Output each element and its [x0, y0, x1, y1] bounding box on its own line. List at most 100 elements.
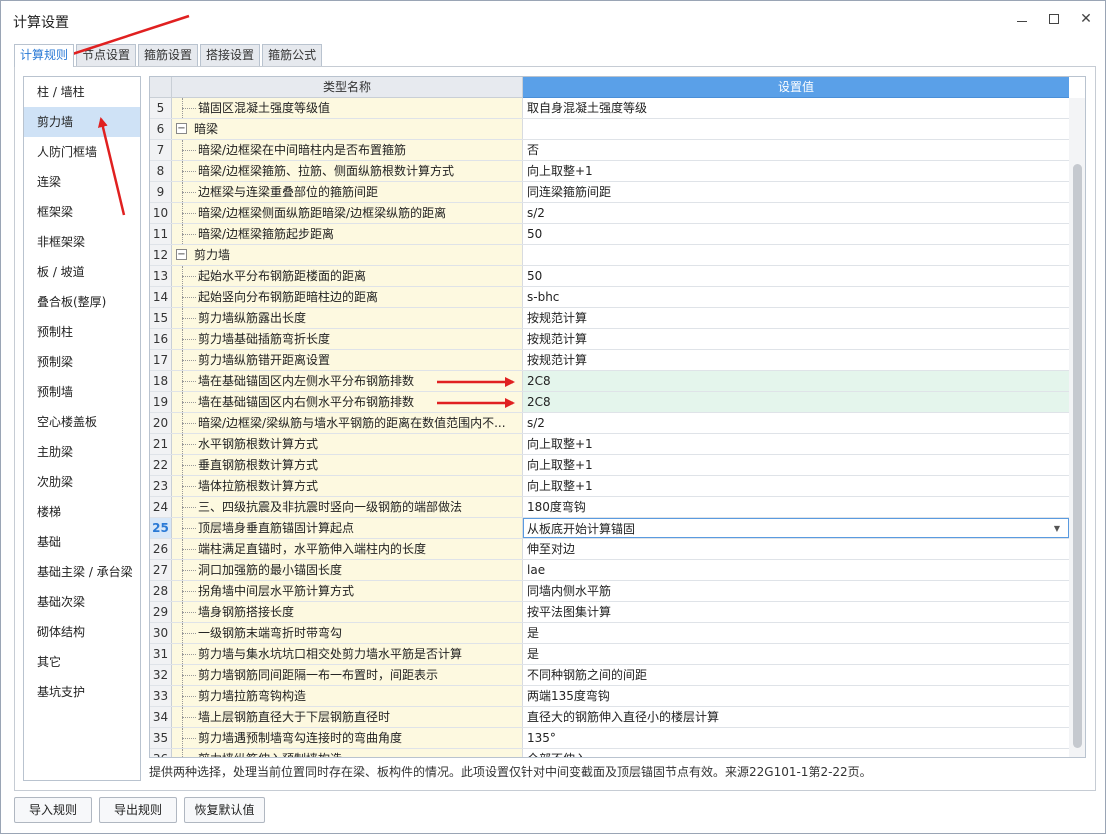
setting-value[interactable]: 向上取整+1: [523, 455, 1069, 475]
sidebar-item-slab-ramp[interactable]: 板 / 坡道: [24, 257, 140, 287]
setting-value[interactable]: 180度弯钩: [523, 497, 1069, 517]
setting-value[interactable]: s/2: [523, 203, 1069, 223]
setting-value[interactable]: 是: [523, 644, 1069, 664]
table-row[interactable]: 20 暗梁/边框梁/梁纵筋与墙水平钢筋的距离在数值范围内不... s/2: [150, 413, 1069, 434]
sidebar-item-foundation-secondary-beam[interactable]: 基础次梁: [24, 587, 140, 617]
import-rules-button[interactable]: 导入规则: [14, 797, 92, 823]
table-row[interactable]: 32 剪力墙钢筋同间距隔一布一布置时，间距表示 不同种钢筋之间的间距: [150, 665, 1069, 686]
table-row[interactable]: 26 端柱满足直锚时，水平筋伸入端柱内的长度 伸至对边: [150, 539, 1069, 560]
export-rules-button[interactable]: 导出规则: [99, 797, 177, 823]
setting-value[interactable]: 不同种钢筋之间的间距: [523, 665, 1069, 685]
table-row[interactable]: 19 墙在基础锚固区内右侧水平分布钢筋排数 2C8: [150, 392, 1069, 413]
table-row[interactable]: 28 拐角墙中间层水平筋计算方式 同墙内侧水平筋: [150, 581, 1069, 602]
sidebar-item-pit-support[interactable]: 基坑支护: [24, 677, 140, 707]
table-group-row[interactable]: 6− 暗梁: [150, 119, 1069, 140]
sidebar-item-frame-beam[interactable]: 框架梁: [24, 197, 140, 227]
table-row[interactable]: 21 水平钢筋根数计算方式 向上取整+1: [150, 434, 1069, 455]
setting-value[interactable]: 按规范计算: [523, 329, 1069, 349]
table-row[interactable]: 15 剪力墙纵筋露出长度 按规范计算: [150, 308, 1069, 329]
table-row[interactable]: 27 洞口加强筋的最小锚固长度 lae: [150, 560, 1069, 581]
setting-value[interactable]: 按规范计算: [523, 350, 1069, 370]
collapse-toggle-icon[interactable]: −: [176, 249, 187, 260]
dropdown-arrow-icon[interactable]: ▼: [1054, 519, 1060, 537]
table-row[interactable]: 30 一级钢筋末端弯折时带弯勾 是: [150, 623, 1069, 644]
sidebar-item-foundation-main-beam[interactable]: 基础主梁 / 承台梁: [24, 557, 140, 587]
table-row[interactable]: 17 剪力墙纵筋错开距离设置 按规范计算: [150, 350, 1069, 371]
table-row[interactable]: 18 墙在基础锚固区内左侧水平分布钢筋排数 2C8: [150, 371, 1069, 392]
setting-value[interactable]: 同连梁箍筋间距: [523, 182, 1069, 202]
sidebar-item-foundation[interactable]: 基础: [24, 527, 140, 557]
restore-defaults-button[interactable]: 恢复默认值: [184, 797, 265, 823]
table-row[interactable]: 16 剪力墙基础插筋弯折长度 按规范计算: [150, 329, 1069, 350]
sidebar-item-stairs[interactable]: 楼梯: [24, 497, 140, 527]
table-row[interactable]: 34 墙上层钢筋直径大于下层钢筋直径时 直径大的钢筋伸入直径小的楼层计算: [150, 707, 1069, 728]
setting-value[interactable]: 同墙内侧水平筋: [523, 581, 1069, 601]
setting-value[interactable]: lae: [523, 560, 1069, 580]
sidebar-item-civil-defense-door-wall[interactable]: 人防门框墙: [24, 137, 140, 167]
tab-stirrup-settings[interactable]: 箍筋设置: [138, 44, 199, 66]
setting-value[interactable]: 是: [523, 623, 1069, 643]
sidebar-item-composite-slab[interactable]: 叠合板(整厚): [24, 287, 140, 317]
table-row[interactable]: 24 三、四级抗震及非抗震时竖向一级钢筋的端部做法 180度弯钩: [150, 497, 1069, 518]
table-row[interactable]: 13 起始水平分布钢筋距楼面的距离 50: [150, 266, 1069, 287]
tab-node-settings[interactable]: 节点设置: [76, 44, 137, 66]
table-row[interactable]: 8 暗梁/边框梁箍筋、拉筋、侧面纵筋根数计算方式 向上取整+1: [150, 161, 1069, 182]
setting-value[interactable]: 向上取整+1: [523, 434, 1069, 454]
setting-value[interactable]: s-bhc: [523, 287, 1069, 307]
sidebar-item-hollow-floor-slab[interactable]: 空心楼盖板: [24, 407, 140, 437]
scrollbar-thumb[interactable]: [1073, 164, 1082, 748]
maximize-icon[interactable]: [1045, 9, 1063, 29]
sidebar-item-secondary-rib-beam[interactable]: 次肋梁: [24, 467, 140, 497]
setting-value[interactable]: 按规范计算: [523, 308, 1069, 328]
vertical-scrollbar[interactable]: [1069, 98, 1085, 757]
sidebar-item-masonry[interactable]: 砌体结构: [24, 617, 140, 647]
setting-value[interactable]: 向上取整+1: [523, 476, 1069, 496]
sidebar-item-non-frame-beam[interactable]: 非框架梁: [24, 227, 140, 257]
setting-value[interactable]: 向上取整+1: [523, 161, 1069, 181]
setting-value[interactable]: [523, 119, 1069, 139]
sidebar-item-coupling-beam[interactable]: 连梁: [24, 167, 140, 197]
setting-value[interactable]: 按平法图集计算: [523, 602, 1069, 622]
table-row[interactable]: 5 锚固区混凝土强度等级值 取自身混凝土强度等级: [150, 98, 1069, 119]
table-row[interactable]: 23 墙体拉筋根数计算方式 向上取整+1: [150, 476, 1069, 497]
setting-value-dropdown[interactable]: 从板底开始计算锚固 ▼: [523, 518, 1069, 538]
setting-value[interactable]: 50: [523, 224, 1069, 244]
sidebar-item-shear-wall[interactable]: 剪力墙: [24, 107, 140, 137]
table-row[interactable]: 7 暗梁/边框梁在中间暗柱内是否布置箍筋 否: [150, 140, 1069, 161]
setting-value[interactable]: 135°: [523, 728, 1069, 748]
close-icon[interactable]: ✕: [1077, 9, 1095, 29]
sidebar-item-precast-beam[interactable]: 预制梁: [24, 347, 140, 377]
setting-value[interactable]: 否: [523, 140, 1069, 160]
sidebar-item-other[interactable]: 其它: [24, 647, 140, 677]
table-row[interactable]: 35 剪力墙遇预制墙弯勾连接时的弯曲角度 135°: [150, 728, 1069, 749]
sidebar-item-precast-column[interactable]: 预制柱: [24, 317, 140, 347]
setting-value[interactable]: 伸至对边: [523, 539, 1069, 559]
table-row[interactable]: 36 剪力墙纵筋伸入预制墙构造 全部不伸入: [150, 749, 1069, 757]
table-row[interactable]: 10 暗梁/边框梁侧面纵筋距暗梁/边框梁纵筋的距离 s/2: [150, 203, 1069, 224]
table-row[interactable]: 29 墙身钢筋搭接长度 按平法图集计算: [150, 602, 1069, 623]
table-row[interactable]: 22 垂直钢筋根数计算方式 向上取整+1: [150, 455, 1069, 476]
setting-value[interactable]: 直径大的钢筋伸入直径小的楼层计算: [523, 707, 1069, 727]
setting-value[interactable]: 2C8: [523, 371, 1069, 391]
minimize-icon[interactable]: [1013, 9, 1031, 29]
tab-stirrup-formula[interactable]: 箍筋公式: [262, 44, 323, 66]
sidebar-item-main-rib-beam[interactable]: 主肋梁: [24, 437, 140, 467]
collapse-toggle-icon[interactable]: −: [176, 123, 187, 134]
setting-value[interactable]: 两端135度弯钩: [523, 686, 1069, 706]
setting-value[interactable]: [523, 245, 1069, 265]
tab-calc-rules[interactable]: 计算规则: [14, 44, 75, 67]
table-row[interactable]: 14 起始竖向分布钢筋距暗柱边的距离 s-bhc: [150, 287, 1069, 308]
setting-value[interactable]: 50: [523, 266, 1069, 286]
table-group-row[interactable]: 12− 剪力墙: [150, 245, 1069, 266]
table-row[interactable]: 9 边框梁与连梁重叠部位的箍筋间距 同连梁箍筋间距: [150, 182, 1069, 203]
table-row[interactable]: 25 顶层墙身垂直筋锚固计算起点 从板底开始计算锚固 ▼: [150, 518, 1069, 539]
sidebar-item-precast-wall[interactable]: 预制墙: [24, 377, 140, 407]
setting-value[interactable]: 全部不伸入: [523, 749, 1069, 757]
setting-value[interactable]: s/2: [523, 413, 1069, 433]
table-row[interactable]: 33 剪力墙拉筋弯钩构造 两端135度弯钩: [150, 686, 1069, 707]
tab-lap-settings[interactable]: 搭接设置: [200, 44, 261, 66]
table-row[interactable]: 11 暗梁/边框梁箍筋起步距离 50: [150, 224, 1069, 245]
setting-value[interactable]: 取自身混凝土强度等级: [523, 98, 1069, 118]
setting-value[interactable]: 2C8: [523, 392, 1069, 412]
sidebar-item-column[interactable]: 柱 / 墙柱: [24, 77, 140, 107]
